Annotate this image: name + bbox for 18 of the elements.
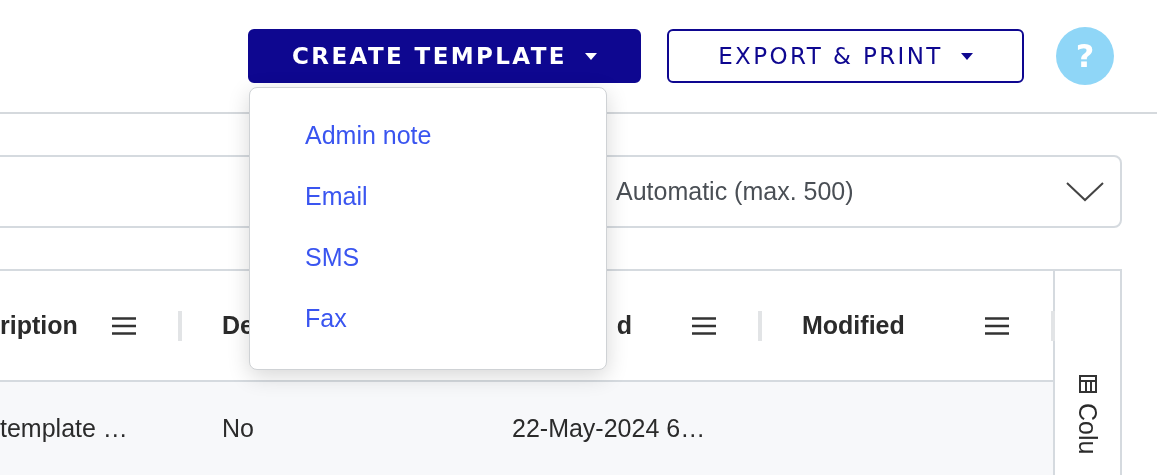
chevron-down-icon — [1066, 181, 1104, 202]
menu-item[interactable]: Email — [250, 166, 606, 227]
table-cell: No — [222, 414, 254, 442]
menu-item[interactable]: Fax — [250, 288, 606, 349]
menu-icon[interactable] — [112, 316, 136, 335]
menu-item[interactable]: SMS — [250, 227, 606, 288]
columns-icon — [1078, 375, 1097, 393]
export-print-button[interactable]: EXPORT & PRINT — [667, 29, 1024, 83]
create-template-button[interactable]: CREATE TEMPLATE — [248, 29, 641, 83]
menu-icon[interactable] — [692, 316, 716, 335]
columns-panel-tab[interactable]: Colu — [1073, 403, 1102, 455]
column-header[interactable]: Modified — [802, 311, 932, 340]
caret-icon — [960, 52, 973, 60]
menu-icon[interactable] — [985, 316, 1009, 335]
table-cell: 22-May-2024 6… — [512, 414, 706, 442]
caret-icon — [584, 52, 597, 60]
column-header[interactable]: ription — [0, 311, 90, 340]
table-cell: template … — [0, 414, 128, 442]
